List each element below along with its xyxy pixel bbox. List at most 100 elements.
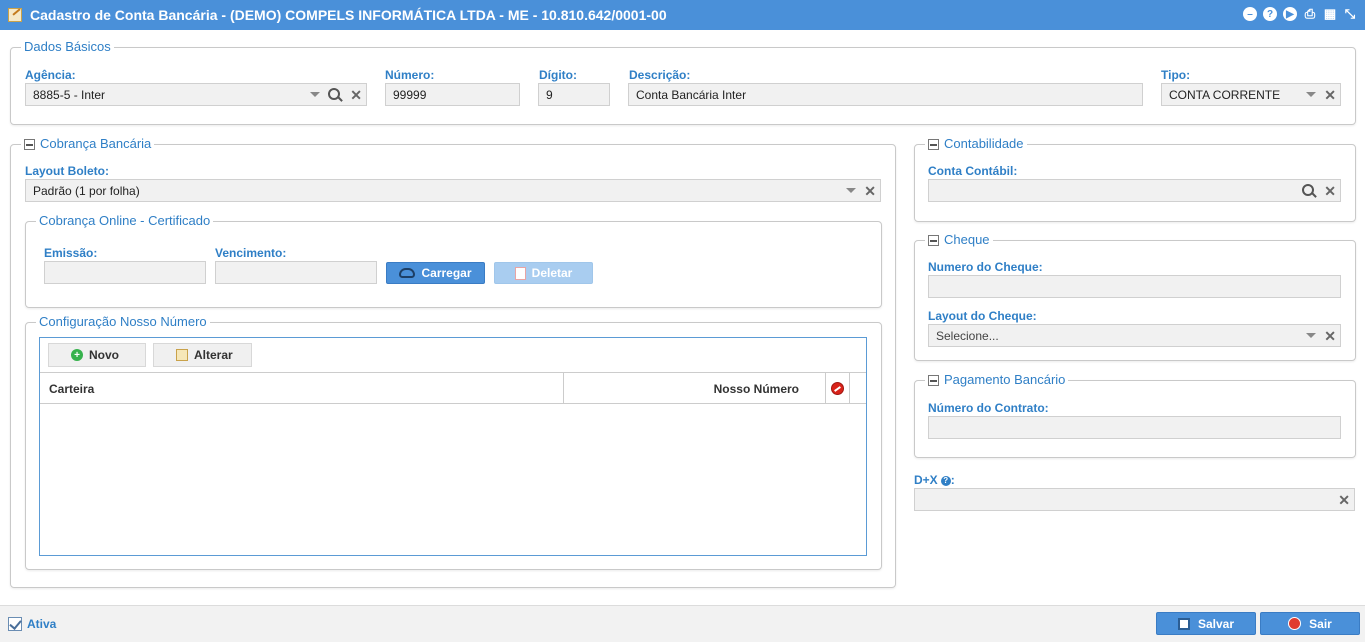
vencimento-label: Vencimento:: [215, 246, 287, 260]
column-delete: [826, 373, 850, 404]
minimize-icon[interactable]: –: [1243, 7, 1257, 21]
layout-boleto-select[interactable]: Padrão (1 por folha) ✕: [25, 179, 881, 202]
nosso-numero-title: Configuração Nosso Número: [39, 314, 207, 329]
delete-document-icon: [514, 266, 526, 280]
close-icon[interactable]: ✕: [1324, 184, 1336, 198]
cheque-legend[interactable]: Cheque: [925, 232, 993, 248]
salvar-button[interactable]: Salvar: [1156, 612, 1256, 635]
save-icon: [1177, 617, 1190, 630]
search-icon[interactable]: [328, 87, 342, 102]
salvar-label: Salvar: [1197, 616, 1235, 631]
print-icon[interactable]: ⎙: [1303, 6, 1317, 21]
delete-icon[interactable]: [831, 382, 844, 395]
layout-cheque-value: Selecione...: [936, 328, 999, 343]
emissao-label: Emissão:: [44, 246, 98, 260]
digito-value: 9: [546, 87, 553, 102]
alterar-button[interactable]: Alterar: [153, 343, 252, 367]
close-icon[interactable]: ✕: [864, 184, 876, 198]
conta-contabil-field[interactable]: ✕: [928, 179, 1341, 202]
close-icon[interactable]: ✕: [350, 88, 362, 102]
collapse-icon[interactable]: [928, 374, 939, 386]
chevron-down-icon[interactable]: [1306, 92, 1317, 97]
digito-field[interactable]: 9: [538, 83, 610, 106]
exit-icon: [1288, 617, 1302, 630]
window-controls: – ? ▶ ⎙ ▦ ⤡: [1243, 6, 1357, 21]
play-icon[interactable]: ▶: [1283, 7, 1297, 21]
dados-basicos-title: Dados Básicos: [24, 39, 111, 54]
tipo-value: CONTA CORRENTE: [1169, 87, 1281, 102]
edit-icon: [8, 8, 22, 22]
chevron-down-icon[interactable]: [310, 92, 321, 97]
novo-button[interactable]: + Novo: [48, 343, 146, 367]
cobranca-online-legend: Cobrança Online - Certificado: [36, 213, 214, 229]
cobranca-online-title: Cobrança Online - Certificado: [39, 213, 211, 228]
carregar-button[interactable]: Carregar: [386, 262, 485, 284]
column-carteira[interactable]: Carteira: [40, 373, 564, 404]
contabilidade-legend[interactable]: Contabilidade: [925, 136, 1027, 152]
pagamento-legend[interactable]: Pagamento Bancário: [925, 372, 1069, 388]
chevron-down-icon[interactable]: [1306, 333, 1317, 338]
tipo-select[interactable]: CONTA CORRENTE ✕: [1161, 83, 1341, 106]
layout-boleto-value: Padrão (1 por folha): [33, 183, 140, 198]
numero-contrato-field[interactable]: [928, 416, 1341, 439]
dx-label-text: D+X: [914, 473, 938, 487]
agencia-label: Agência:: [25, 68, 76, 82]
collapse-icon[interactable]: [24, 138, 35, 150]
grid-toolbar: + Novo Alterar: [40, 338, 866, 373]
layout-boleto-label: Layout Boleto:: [25, 164, 109, 178]
help-icon[interactable]: ?: [940, 475, 951, 486]
sair-button[interactable]: Sair: [1260, 612, 1360, 635]
novo-label: Novo: [89, 348, 119, 362]
footer-bar: Ativa Salvar Sair: [0, 605, 1365, 642]
layout-cheque-label: Layout do Cheque:: [928, 309, 1037, 323]
emissao-field[interactable]: [44, 261, 206, 284]
chevron-down-icon[interactable]: [846, 188, 857, 193]
vencimento-field[interactable]: [215, 261, 377, 284]
descricao-label: Descrição:: [629, 68, 691, 82]
pagamento-title: Pagamento Bancário: [944, 372, 1066, 387]
numero-cheque-field[interactable]: [928, 275, 1341, 298]
deletar-button[interactable]: Deletar: [494, 262, 593, 284]
ativa-label[interactable]: Ativa: [27, 617, 56, 631]
alterar-label: Alterar: [194, 348, 233, 362]
collapse-icon[interactable]: [928, 234, 939, 246]
layout-cheque-select[interactable]: Selecione... ✕: [928, 324, 1341, 347]
search-icon[interactable]: [1302, 183, 1316, 198]
collapse-icon[interactable]: [928, 138, 939, 150]
add-icon: +: [71, 349, 83, 361]
agencia-value: 8885-5 - Inter: [33, 87, 106, 102]
fullscreen-icon[interactable]: ⤡: [1343, 6, 1357, 21]
nosso-numero-grid: + Novo Alterar Carteira Nosso Número: [39, 337, 867, 556]
numero-contrato-label: Número do Contrato:: [928, 401, 1049, 415]
cobranca-title: Cobrança Bancária: [40, 136, 152, 151]
numero-value: 99999: [393, 87, 427, 102]
column-nosso-numero[interactable]: Nosso Número: [564, 373, 826, 404]
ativa-checkbox[interactable]: [8, 617, 22, 631]
column-nosso-numero-label: Nosso Número: [713, 381, 799, 396]
grid-header: Carteira Nosso Número: [40, 373, 866, 404]
agencia-field[interactable]: 8885-5 - Inter ✕: [25, 83, 367, 106]
dx-label: D+X?:: [914, 473, 955, 487]
title-bar: Cadastro de Conta Bancária - (DEMO) COMP…: [0, 0, 1365, 30]
cobranca-legend[interactable]: Cobrança Bancária: [21, 136, 155, 152]
help-icon[interactable]: ?: [1263, 7, 1277, 21]
close-icon[interactable]: ✕: [1338, 493, 1350, 507]
close-icon[interactable]: ✕: [1324, 88, 1336, 102]
deletar-label: Deletar: [531, 266, 573, 280]
contabilidade-title: Contabilidade: [944, 136, 1024, 151]
tipo-label: Tipo:: [1161, 68, 1191, 82]
close-icon[interactable]: ✕: [1324, 329, 1336, 343]
numero-field[interactable]: 99999: [385, 83, 520, 106]
calendar-icon[interactable]: ▦: [1323, 6, 1337, 21]
nosso-numero-legend: Configuração Nosso Número: [36, 314, 210, 330]
descricao-value: Conta Bancária Inter: [636, 87, 747, 102]
numero-label: Número:: [385, 68, 435, 82]
edit-icon: [176, 349, 188, 361]
dx-field[interactable]: ✕: [914, 488, 1355, 511]
descricao-field[interactable]: Conta Bancária Inter: [628, 83, 1143, 106]
upload-cloud-icon: [399, 268, 416, 278]
numero-cheque-label: Numero do Cheque:: [928, 260, 1043, 274]
sair-label: Sair: [1309, 616, 1332, 631]
dx-label-suffix: :: [950, 473, 955, 487]
digito-label: Dígito:: [539, 68, 577, 82]
